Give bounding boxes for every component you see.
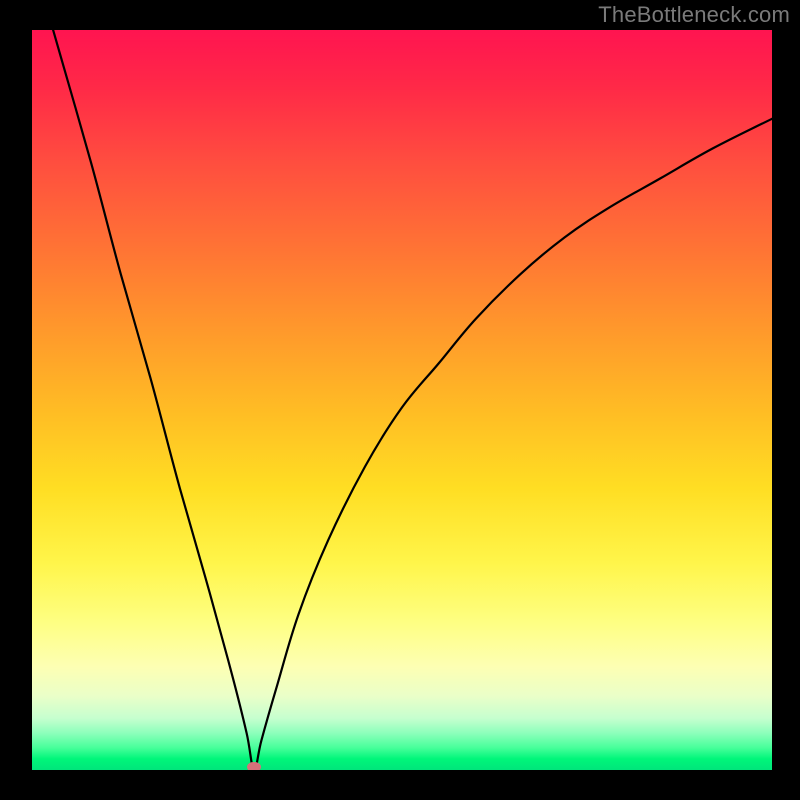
chart-frame: TheBottleneck.com xyxy=(0,0,800,800)
plot-area xyxy=(32,30,772,770)
bottleneck-curve xyxy=(32,30,772,770)
minimum-marker-icon xyxy=(247,762,261,770)
watermark-text: TheBottleneck.com xyxy=(598,2,790,28)
